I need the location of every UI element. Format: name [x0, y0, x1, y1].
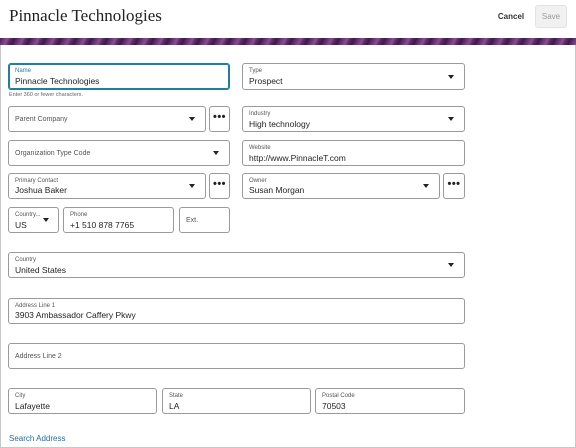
- page-title: Pinnacle Technologies: [9, 6, 162, 25]
- name-label: Name: [15, 68, 32, 74]
- phone-value: +1 510 878 7765: [70, 220, 135, 230]
- chevron-down-icon: [189, 117, 195, 121]
- parent-company-label: Parent Company: [15, 116, 68, 123]
- chevron-down-icon: [448, 75, 454, 79]
- state-value: LA: [169, 401, 180, 411]
- chevron-down-icon: [448, 117, 454, 121]
- postal-code-label: Postal Code: [322, 393, 355, 399]
- chevron-down-icon: [423, 184, 429, 188]
- address-line-1-label: Address Line 1: [15, 303, 56, 309]
- chevron-down-icon: [189, 184, 195, 188]
- phone-country-select[interactable]: Country... US: [8, 207, 59, 233]
- industry-label: Industry: [249, 111, 271, 117]
- industry-value: High technology: [249, 119, 310, 129]
- phone-field[interactable]: Phone +1 510 878 7765: [63, 207, 174, 233]
- website-label: Website: [249, 145, 271, 151]
- city-label: City: [15, 393, 26, 399]
- phone-label: Phone: [70, 212, 88, 218]
- search-address-link[interactable]: Search Address: [9, 434, 65, 443]
- type-label: Type: [249, 68, 263, 74]
- owner-value: Susan Morgan: [249, 185, 305, 195]
- state-field[interactable]: State LA: [162, 388, 311, 414]
- city-field[interactable]: City Lafayette: [8, 388, 157, 414]
- organization-type-code-label: Organization Type Code: [15, 150, 91, 157]
- name-value: Pinnacle Technologies: [15, 76, 100, 86]
- ext-field[interactable]: Ext.: [179, 207, 230, 233]
- country-value: United States: [15, 265, 67, 275]
- chevron-down-icon: [448, 263, 454, 267]
- phone-country-value: US: [15, 220, 27, 230]
- country-select[interactable]: Country United States: [8, 252, 465, 278]
- cancel-button[interactable]: Cancel: [493, 9, 529, 25]
- organization-type-code-select[interactable]: Organization Type Code: [8, 140, 230, 166]
- primary-contact-value: Joshua Baker: [15, 185, 67, 195]
- industry-select[interactable]: Industry High technology: [242, 106, 465, 132]
- chevron-down-icon: [43, 218, 49, 222]
- type-select[interactable]: Type Prospect: [242, 63, 465, 90]
- name-field[interactable]: Name Pinnacle Technologies: [8, 63, 230, 90]
- owner-select[interactable]: Owner Susan Morgan: [242, 173, 440, 199]
- parent-company-select[interactable]: Parent Company: [8, 106, 206, 132]
- address-line-2-field[interactable]: Address Line 2: [8, 343, 465, 369]
- parent-company-more-button[interactable]: •••: [209, 106, 230, 132]
- decorative-banner: [0, 38, 576, 45]
- type-value: Prospect: [249, 76, 283, 86]
- primary-contact-select[interactable]: Primary Contact Joshua Baker: [8, 173, 206, 199]
- address-line-1-value: 3903 Ambassador Caffery Pkwy: [15, 310, 136, 320]
- owner-label: Owner: [249, 178, 267, 184]
- address-line-2-label: Address Line 2: [15, 353, 62, 360]
- postal-code-value: 70503: [322, 401, 346, 411]
- name-hint: Enter 360 or fewer characters.: [9, 92, 83, 98]
- ext-label: Ext.: [186, 217, 199, 224]
- primary-contact-more-button[interactable]: •••: [209, 173, 230, 199]
- phone-country-label: Country...: [15, 212, 41, 218]
- address-line-1-field[interactable]: Address Line 1 3903 Ambassador Caffery P…: [8, 298, 465, 324]
- website-field[interactable]: Website http://www.PinnacleT.com: [242, 140, 465, 166]
- website-value: http://www.PinnacleT.com: [249, 153, 346, 163]
- chevron-down-icon: [213, 151, 219, 155]
- postal-code-field[interactable]: Postal Code 70503: [315, 388, 465, 414]
- primary-contact-label: Primary Contact: [15, 178, 59, 184]
- city-value: Lafayette: [15, 401, 50, 411]
- owner-more-button[interactable]: •••: [443, 173, 465, 199]
- state-label: State: [169, 393, 184, 399]
- page-header: Pinnacle Technologies Cancel Save: [0, 0, 576, 38]
- save-button[interactable]: Save: [535, 5, 567, 28]
- country-label: Country: [15, 257, 37, 263]
